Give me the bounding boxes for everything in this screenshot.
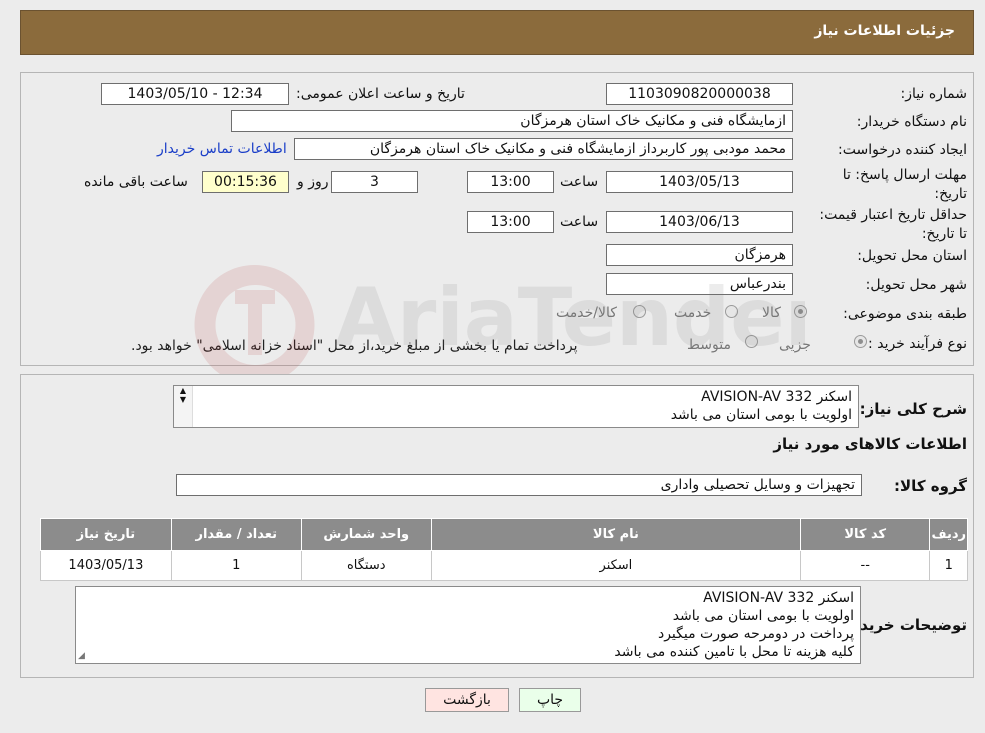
announce-label: تاریخ و ساعت اعلان عمومی: xyxy=(296,86,465,102)
days-label: روز و xyxy=(297,174,329,190)
announce-field: 1403/05/10 - 12:34 xyxy=(101,83,289,105)
goods-group-label: گروه کالا: xyxy=(894,477,967,495)
print-button[interactable]: چاپ xyxy=(519,688,581,712)
buyer-org-label: نام دستگاه خریدار: xyxy=(856,114,967,130)
cell-row: 1 xyxy=(929,550,968,581)
col-name: نام کالا xyxy=(430,518,801,551)
validity-time-label: ساعت xyxy=(560,214,599,230)
cell-quantity: 1 xyxy=(170,550,302,581)
deadline-label: مهلت ارسال پاسخ: تا تاریخ: xyxy=(842,167,967,202)
description-line-2: اولویت با بومی استان می باشد xyxy=(670,407,852,423)
validity-label: حداقل تاریخ اعتبار قیمت: تا تاریخ: xyxy=(819,207,967,242)
description-textarea[interactable]: اسکنر AVISION-AV 332 اولویت با بومی استا… xyxy=(173,385,859,428)
buyer-contact-link[interactable]: اطلاعات تماس خریدار xyxy=(157,141,287,157)
back-button[interactable]: بازگشت xyxy=(425,688,509,712)
remaining-time-label: ساعت باقی مانده xyxy=(84,174,188,190)
description-line-1: اسکنر AVISION-AV 332 xyxy=(701,389,852,405)
buyer-notes-line-4: کلیه هزینه تا محل با تامین کننده می باشد xyxy=(614,644,854,660)
goods-group-field: تجهیزات و وسایل تحصیلی واداری xyxy=(176,474,862,496)
province-label: استان محل تحویل: xyxy=(857,248,967,264)
validity-time-field: 13:00 xyxy=(467,211,554,233)
watermark-text: AriaTender.neT xyxy=(335,271,805,364)
scroll-down-icon[interactable]: ▼ xyxy=(174,396,192,404)
goods-section-title: اطلاعات کالاهای مورد نیاز xyxy=(773,435,967,453)
goods-table: ردیف کد کالا نام کالا واحد شمارش تعداد /… xyxy=(40,518,968,581)
remaining-time-field: 00:15:36 xyxy=(202,171,289,193)
buyer-notes-line-2: اولویت با بومی استان می باشد xyxy=(672,608,854,624)
col-need-date: تاریخ نیاز xyxy=(40,518,172,551)
buyer-notes-textarea[interactable]: اسکنر AVISION-AV 332 اولویت با بومی استا… xyxy=(75,586,861,664)
col-quantity: تعداد / مقدار xyxy=(170,518,302,551)
process-label: نوع فرآیند خرید : xyxy=(868,336,967,352)
buyer-notes-line-1: اسکنر AVISION-AV 332 xyxy=(703,590,854,606)
resize-handle-icon[interactable]: ◢ xyxy=(78,651,85,661)
col-unit: واحد شمارش xyxy=(300,518,432,551)
page-header: جزئیات اطلاعات نیاز xyxy=(20,10,974,55)
validity-date-field: 1403/06/13 xyxy=(606,211,793,233)
deadline-time-label: ساعت xyxy=(560,174,599,190)
process-small-radio[interactable] xyxy=(854,335,867,348)
col-code: کد کالا xyxy=(799,518,931,551)
cell-need-date: 1403/05/13 xyxy=(40,550,172,581)
watermark-logo: AriaTender.neT xyxy=(194,265,805,385)
cell-name: اسکنر xyxy=(430,550,801,581)
buyer-notes-line-3: پرداخت در دومرحه صورت میگیرد xyxy=(657,626,854,642)
cell-unit: دستگاه xyxy=(300,550,432,581)
category-label: طبقه بندی موضوعی: xyxy=(843,306,967,322)
goods-table-header: ردیف کد کالا نام کالا واحد شمارش تعداد /… xyxy=(40,518,968,551)
city-label: شهر محل تحویل: xyxy=(865,277,967,293)
description-scrollbar[interactable]: ▲ ▼ xyxy=(174,386,193,427)
days-field: 3 xyxy=(331,171,418,193)
description-label: شرح کلی نیاز: xyxy=(859,400,967,418)
deadline-time-field: 13:00 xyxy=(467,171,554,193)
creator-field: محمد مودبی پور کاربرداز ازمایشگاه فنی و … xyxy=(294,138,793,160)
col-row: ردیف xyxy=(929,518,968,551)
buyer-org-field: ازمایشگاه فنی و مکانیک خاک استان هرمزگان xyxy=(231,110,793,132)
need-number-field: 1103090820000038 xyxy=(606,83,793,105)
need-number-label: شماره نیاز: xyxy=(900,86,968,102)
table-row: 1 -- اسکنر دستگاه 1 1403/05/13 xyxy=(40,550,968,581)
creator-label: ایجاد کننده درخواست: xyxy=(838,142,967,158)
deadline-date-field: 1403/05/13 xyxy=(606,171,793,193)
cell-code: -- xyxy=(799,550,931,581)
page-title: جزئیات اطلاعات نیاز xyxy=(814,23,955,39)
